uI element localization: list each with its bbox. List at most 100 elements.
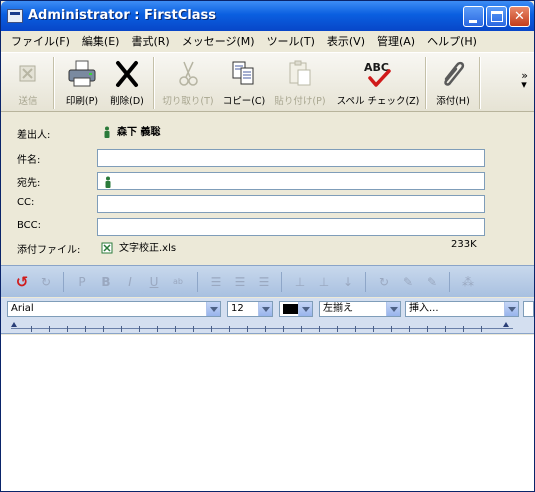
close-icon: ✕ bbox=[514, 9, 525, 24]
toolbar-separator bbox=[153, 57, 155, 109]
redo-icon[interactable]: ↻ bbox=[37, 273, 55, 291]
left-margin-marker[interactable] bbox=[11, 322, 17, 327]
menu-help[interactable]: ヘルプ(H) bbox=[421, 33, 483, 49]
font-size-select[interactable]: 12 bbox=[227, 301, 273, 317]
spell-check-label: スペル チェック(Z) bbox=[336, 96, 420, 107]
alignment-value: 左揃え bbox=[323, 303, 353, 314]
window-title: Administrator : FirstClass bbox=[28, 8, 216, 23]
menu-message[interactable]: メッセージ(M) bbox=[176, 33, 261, 49]
ruler-tick bbox=[139, 326, 140, 332]
ruler-tick bbox=[373, 326, 374, 332]
toolbar-separator bbox=[425, 57, 427, 109]
send-icon bbox=[19, 65, 36, 82]
clear-format-icon[interactable]: ⁂ bbox=[459, 273, 477, 291]
from-label: 差出人: bbox=[17, 130, 51, 141]
from-value: 森下 義聡 bbox=[103, 123, 160, 138]
brush-icon[interactable]: ✎ bbox=[423, 273, 441, 291]
delete-label: 削除(D) bbox=[110, 96, 144, 107]
ruler-tick bbox=[445, 326, 446, 332]
person-icon bbox=[104, 126, 110, 138]
format-separator bbox=[281, 272, 282, 292]
subject-input[interactable] bbox=[97, 149, 485, 167]
message-body-editor[interactable] bbox=[1, 335, 534, 491]
plain-text-icon[interactable]: P bbox=[73, 273, 91, 291]
paste-label: 貼り付け(P) bbox=[274, 96, 326, 107]
ruler-tick bbox=[85, 326, 86, 332]
ruler-tick bbox=[49, 326, 50, 332]
chevron-down-icon[interactable] bbox=[386, 302, 400, 316]
ruler-line bbox=[11, 328, 513, 329]
ruler-tick bbox=[229, 326, 230, 332]
menu-format[interactable]: 書式(R) bbox=[125, 33, 175, 49]
pen-icon[interactable]: ✎ bbox=[399, 273, 417, 291]
person-icon bbox=[105, 176, 111, 188]
superscript-icon[interactable]: ab bbox=[169, 273, 187, 291]
underline-icon[interactable]: U bbox=[145, 273, 163, 291]
cut-button[interactable]: 切り取り(T) bbox=[161, 57, 215, 109]
attach-button[interactable]: 添付(H) bbox=[431, 57, 475, 109]
insert-select[interactable]: 挿入... bbox=[405, 301, 519, 317]
text-color-select[interactable] bbox=[279, 301, 313, 317]
menu-admin[interactable]: 管理(A) bbox=[371, 33, 421, 49]
align-center-icon[interactable]: ⊥ bbox=[315, 273, 333, 291]
indent-icon[interactable]: ↓ bbox=[339, 273, 357, 291]
chevron-down-icon[interactable] bbox=[298, 302, 312, 316]
delete-button[interactable]: 削除(D) bbox=[105, 57, 149, 109]
alignment-select[interactable]: 左揃え bbox=[319, 301, 401, 317]
ruler-tick bbox=[427, 326, 428, 332]
print-label: 印刷(P) bbox=[65, 96, 99, 107]
bullet-list-icon[interactable]: ☰ bbox=[207, 273, 225, 291]
bold-icon[interactable]: B bbox=[97, 273, 115, 291]
minimize-icon bbox=[469, 20, 477, 23]
chevron-down-icon[interactable] bbox=[504, 302, 518, 316]
to-label: 宛先: bbox=[17, 178, 41, 189]
attach-label: 添付(H) bbox=[436, 96, 470, 107]
italic-icon[interactable]: I bbox=[121, 273, 139, 291]
paste-button[interactable]: 貼り付け(P) bbox=[271, 57, 329, 109]
minimize-button[interactable] bbox=[463, 6, 484, 27]
format-separator bbox=[197, 272, 198, 292]
ruler-tick bbox=[301, 326, 302, 332]
spell-check-icon: ABC bbox=[364, 61, 391, 87]
insert-value: 挿入... bbox=[409, 303, 439, 314]
spell-check-button[interactable]: ABC スペル チェック(Z) bbox=[335, 57, 421, 109]
bcc-input[interactable] bbox=[97, 218, 485, 236]
excel-file-icon bbox=[101, 242, 113, 254]
toolbar-overflow-chevron-icon[interactable]: » ▾ bbox=[521, 70, 528, 90]
maximize-button[interactable] bbox=[486, 6, 507, 27]
format-separator bbox=[365, 272, 366, 292]
ruler-tick bbox=[175, 326, 176, 332]
link-icon[interactable]: ↻ bbox=[375, 273, 393, 291]
attachment-item[interactable]: 文字校正.xls bbox=[101, 239, 176, 254]
menu-view[interactable]: 表示(V) bbox=[321, 33, 371, 49]
copy-label: コピー(C) bbox=[222, 96, 266, 107]
cc-input[interactable] bbox=[97, 195, 485, 213]
from-name: 森下 義聡 bbox=[117, 127, 161, 138]
ruler[interactable] bbox=[1, 320, 534, 334]
send-button[interactable]: 送信 bbox=[5, 57, 51, 109]
menu-edit[interactable]: 編集(E) bbox=[76, 33, 126, 49]
ruler-tick bbox=[355, 326, 356, 332]
right-margin-marker[interactable] bbox=[503, 322, 509, 327]
to-input[interactable] bbox=[97, 172, 485, 190]
ruler-tick bbox=[283, 326, 284, 332]
print-button[interactable]: 印刷(P) bbox=[59, 57, 105, 109]
chevron-down-icon[interactable] bbox=[206, 302, 220, 316]
ruler-tick bbox=[193, 326, 194, 332]
menu-tools[interactable]: ツール(T) bbox=[261, 33, 321, 49]
numbered-list-icon[interactable]: ☰ bbox=[231, 273, 249, 291]
close-button[interactable]: ✕ bbox=[509, 6, 530, 27]
title-bar[interactable]: Administrator : FirstClass ✕ bbox=[1, 1, 534, 31]
scissors-icon bbox=[179, 61, 198, 86]
font-family-select[interactable]: Arial bbox=[7, 301, 221, 317]
main-toolbar: 送信 印刷(P) 削除(D) 切り取り(T) コピー(C) 貼り付け(P) AB… bbox=[1, 52, 534, 112]
copy-button[interactable]: コピー(C) bbox=[219, 57, 269, 109]
app-icon[interactable] bbox=[7, 9, 23, 23]
undo-icon[interactable]: ↺ bbox=[13, 273, 31, 291]
bcc-label: BCC: bbox=[17, 220, 42, 231]
chevron-down-icon[interactable] bbox=[258, 302, 272, 316]
style-select-partial[interactable] bbox=[523, 301, 534, 317]
menu-file[interactable]: ファイル(F) bbox=[5, 33, 76, 49]
align-left-icon[interactable]: ⊥ bbox=[291, 273, 309, 291]
checklist-icon[interactable]: ☰ bbox=[255, 273, 273, 291]
